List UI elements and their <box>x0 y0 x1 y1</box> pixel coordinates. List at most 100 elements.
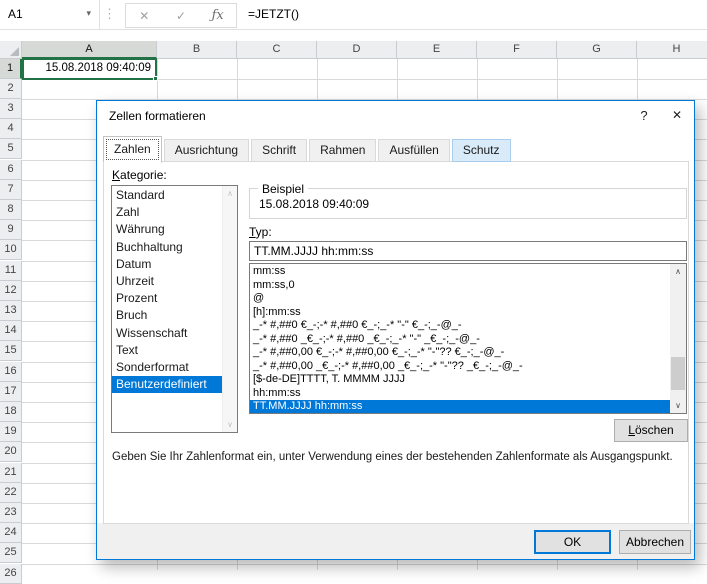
category-item[interactable]: Bruch <box>112 307 222 324</box>
column-header-H[interactable]: H <box>637 41 707 59</box>
scroll-down-icon[interactable]: ∨ <box>670 398 686 413</box>
formula-bar-buttons: ✕ ✓ ƒx <box>125 3 237 28</box>
formula-bar: A1 ▾ ⋮ ✕ ✓ ƒx =JETZT() <box>0 0 707 30</box>
delete-button[interactable]: Löschen <box>614 419 688 442</box>
type-option[interactable]: mm:ss <box>250 265 670 279</box>
select-all-corner[interactable] <box>0 41 22 59</box>
category-item[interactable]: Prozent <box>112 290 222 307</box>
row-header-8[interactable]: 8 <box>0 200 22 220</box>
row-header-24[interactable]: 24 <box>0 523 22 543</box>
category-item[interactable]: Wissenschaft <box>112 325 222 342</box>
row-header-25[interactable]: 25 <box>0 543 22 563</box>
hint-text: Geben Sie Ihr Zahlenformat ein, unter Ve… <box>112 451 690 463</box>
row-header-22[interactable]: 22 <box>0 483 22 503</box>
category-listbox[interactable]: StandardZahlWährungBuchhaltungDatumUhrze… <box>111 185 238 433</box>
type-option[interactable]: _-* #,##0 €_-;-* #,##0 €_-;_-* "-" €_-;_… <box>250 319 670 333</box>
row-header-26[interactable]: 26 <box>0 564 22 584</box>
row-header-7[interactable]: 7 <box>0 180 22 200</box>
row-header-23[interactable]: 23 <box>0 503 22 523</box>
row-header-11[interactable]: 11 <box>0 261 22 281</box>
row-header-16[interactable]: 16 <box>0 362 22 382</box>
ok-button[interactable]: OK <box>534 530 611 554</box>
row-header-4[interactable]: 4 <box>0 119 22 139</box>
formula-input[interactable]: =JETZT() <box>248 7 299 21</box>
cancel-button[interactable]: Abbrechen <box>619 530 691 554</box>
row-header-6[interactable]: 6 <box>0 160 22 180</box>
scroll-down-icon[interactable]: ∨ <box>223 417 237 432</box>
active-cell-a1[interactable]: 15.08.2018 09:40:09 <box>22 58 157 80</box>
category-item[interactable]: Zahl <box>112 204 222 221</box>
row-header-12[interactable]: 12 <box>0 281 22 301</box>
category-scrollbar[interactable]: ∧ ∨ <box>222 186 237 432</box>
type-option[interactable]: _-* #,##0,00 €_-;-* #,##0,00 €_-;_-* "-"… <box>250 346 670 360</box>
row-header-2[interactable]: 2 <box>0 79 22 99</box>
insert-function-icon[interactable]: ƒx <box>206 8 230 23</box>
scroll-up-icon[interactable]: ∧ <box>223 186 237 201</box>
column-header-E[interactable]: E <box>397 41 477 59</box>
category-item[interactable]: Benutzerdefiniert <box>112 376 222 393</box>
column-header-C[interactable]: C <box>237 41 317 59</box>
column-header-A[interactable]: A <box>22 41 157 59</box>
row-header-21[interactable]: 21 <box>0 463 22 483</box>
dialog-tabs: ZahlenAusrichtungSchriftRahmenAusfüllenS… <box>103 137 513 162</box>
row-header-20[interactable]: 20 <box>0 442 22 462</box>
category-item[interactable]: Datum <box>112 256 222 273</box>
row-header-9[interactable]: 9 <box>0 220 22 240</box>
row-header-1[interactable]: 1 <box>0 59 22 79</box>
scrollbar-thumb[interactable] <box>671 357 685 390</box>
scroll-up-icon[interactable]: ∧ <box>670 264 686 279</box>
dialog-close-icon[interactable]: ✕ <box>661 101 693 130</box>
type-option[interactable]: _-* #,##0,00 _€_-;-* #,##0,00 _€_-;_-* "… <box>250 360 670 374</box>
dialog-footer: OK Abbrechen <box>97 523 694 559</box>
name-box[interactable]: A1 ▾ <box>0 0 100 30</box>
formula-bar-grip-icon: ⋮ <box>103 6 114 22</box>
row-header-15[interactable]: 15 <box>0 341 22 361</box>
type-listbox[interactable]: mm:ssmm:ss,0@[h]:mm:ss_-* #,##0 €_-;-* #… <box>249 263 687 414</box>
type-scrollbar[interactable]: ∧ ∨ <box>670 264 686 413</box>
column-header-G[interactable]: G <box>557 41 637 59</box>
type-option[interactable]: hh:mm:ss <box>250 387 670 401</box>
row-header-18[interactable]: 18 <box>0 402 22 422</box>
category-label: Kategorie: <box>112 168 167 182</box>
tab-ausrichtung[interactable]: Ausrichtung <box>164 139 249 162</box>
name-box-value: A1 <box>8 7 23 21</box>
row-header-5[interactable]: 5 <box>0 139 22 159</box>
format-cells-dialog: Zellen formatieren ? ✕ ZahlenAusrichtung… <box>96 100 695 560</box>
row-header-19[interactable]: 19 <box>0 422 22 442</box>
type-option[interactable]: TT.MM.JJJJ hh:mm:ss <box>250 400 670 414</box>
type-option[interactable]: @ <box>250 292 670 306</box>
row-header-3[interactable]: 3 <box>0 99 22 119</box>
category-item[interactable]: Uhrzeit <box>112 273 222 290</box>
type-option[interactable]: [h]:mm:ss <box>250 306 670 320</box>
column-header-B[interactable]: B <box>157 41 237 59</box>
category-item[interactable]: Buchhaltung <box>112 239 222 256</box>
column-header-D[interactable]: D <box>317 41 397 59</box>
type-option[interactable]: mm:ss,0 <box>250 279 670 293</box>
row-header-14[interactable]: 14 <box>0 321 22 341</box>
cancel-entry-icon[interactable]: ✕ <box>132 9 156 23</box>
row-header-13[interactable]: 13 <box>0 301 22 321</box>
type-input[interactable] <box>249 241 687 261</box>
tab-ausfüllen[interactable]: Ausfüllen <box>378 139 449 162</box>
tab-schutz[interactable]: Schutz <box>452 139 511 162</box>
example-groupbox: Beispiel 15.08.2018 09:40:09 <box>249 188 687 219</box>
row-header-17[interactable]: 17 <box>0 382 22 402</box>
tab-schrift[interactable]: Schrift <box>251 139 307 162</box>
gridline <box>22 564 707 565</box>
type-option[interactable]: _-* #,##0 _€_-;-* #,##0 _€_-;_-* "-" _€_… <box>250 333 670 347</box>
tab-zahlen[interactable]: Zahlen <box>103 136 162 163</box>
name-box-dropdown-icon[interactable]: ▾ <box>86 8 91 19</box>
row-header-10[interactable]: 10 <box>0 240 22 260</box>
confirm-entry-icon[interactable]: ✓ <box>169 9 193 23</box>
example-value: 15.08.2018 09:40:09 <box>259 197 369 211</box>
dialog-title: Zellen formatieren <box>109 109 206 123</box>
column-header-F[interactable]: F <box>477 41 557 59</box>
category-item[interactable]: Währung <box>112 221 222 238</box>
dialog-help-button[interactable]: ? <box>628 101 660 130</box>
fill-handle[interactable] <box>153 76 158 81</box>
category-item[interactable]: Sonderformat <box>112 359 222 376</box>
category-item[interactable]: Text <box>112 342 222 359</box>
type-option[interactable]: [$-de-DE]TTTT, T. MMMM JJJJ <box>250 373 670 387</box>
tab-rahmen[interactable]: Rahmen <box>309 139 376 162</box>
category-item[interactable]: Standard <box>112 187 222 204</box>
